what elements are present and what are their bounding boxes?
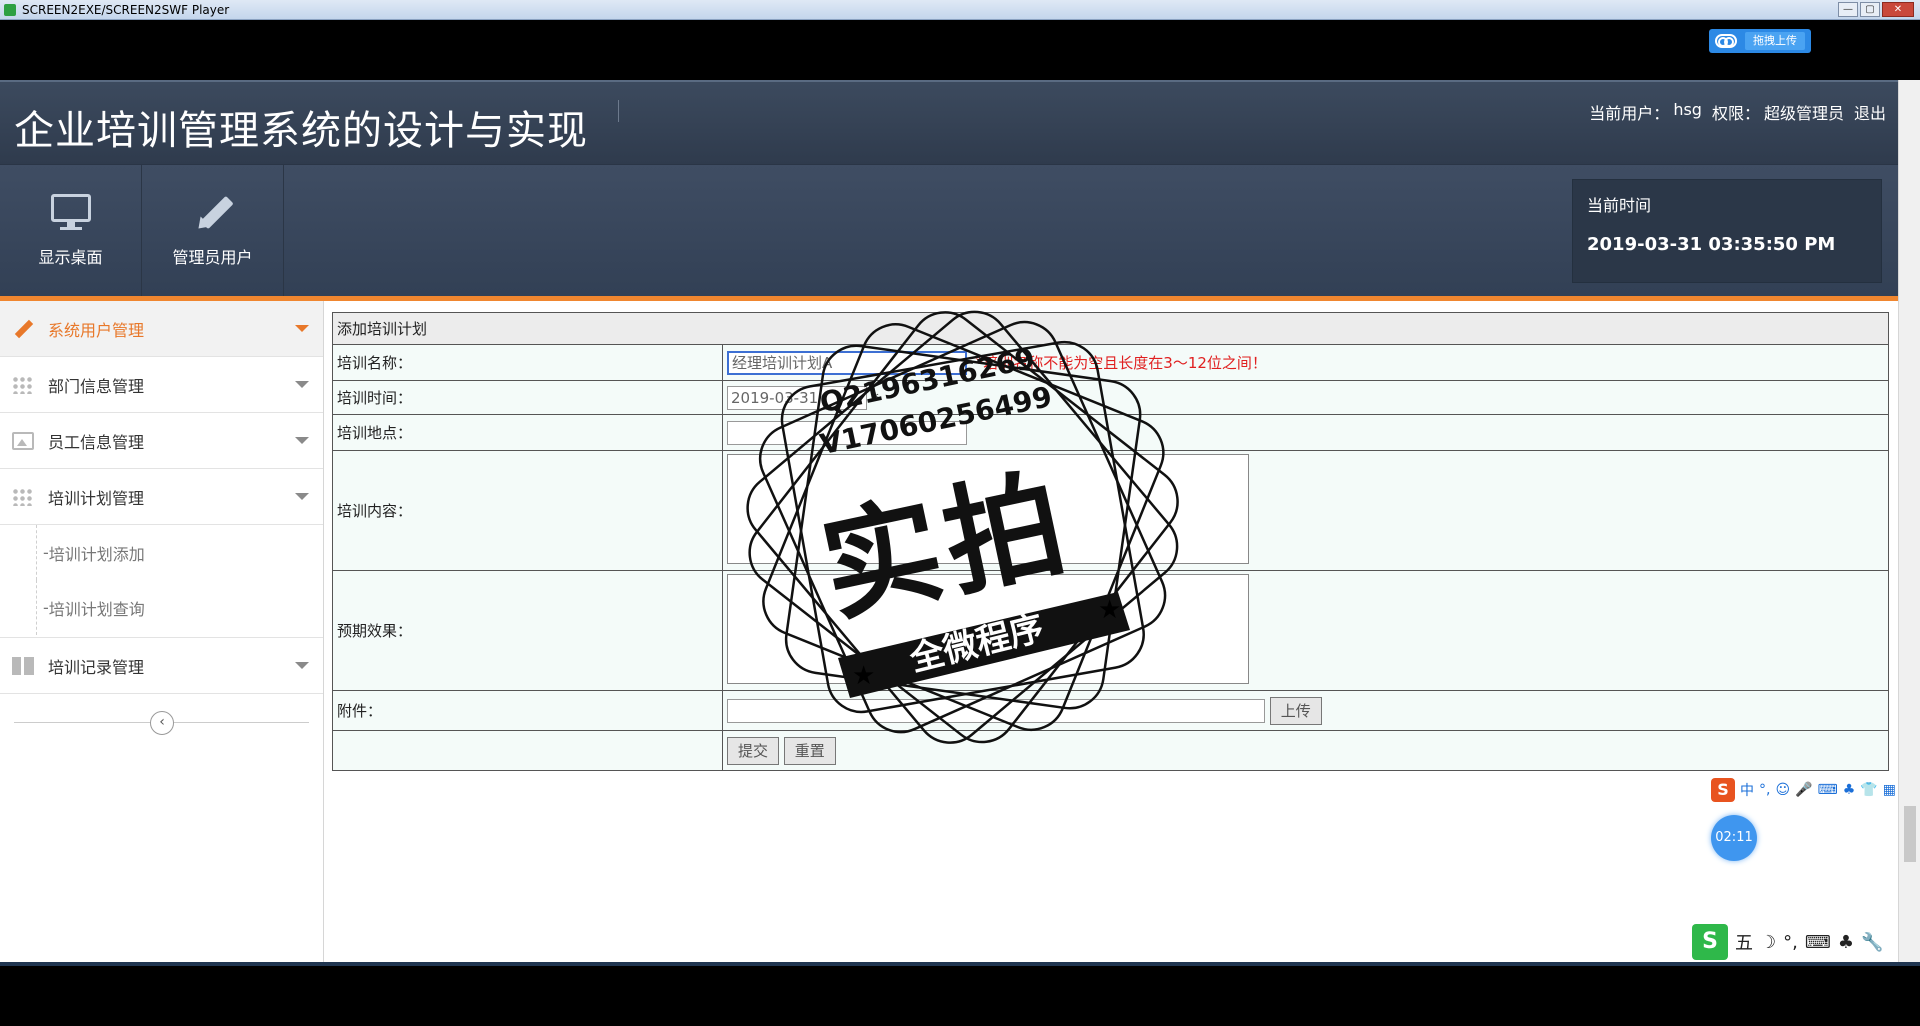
current-user-label: 当前用户： [1589, 104, 1670, 123]
sidebar-item-label: 培训计划管理 [48, 488, 145, 508]
training-content-textarea[interactable] [727, 453, 1249, 564]
training-name-input[interactable] [727, 350, 967, 375]
upload-button[interactable]: 上传 [1269, 696, 1322, 725]
layout-icon [12, 656, 34, 675]
sidebar-item-training-records[interactable]: 培训记录管理 [0, 638, 323, 694]
sidebar-subitem-query-plan[interactable]: 培训计划查询 [36, 580, 323, 635]
show-desktop-label: 显示桌面 [38, 248, 103, 267]
chevron-down-icon [295, 325, 309, 332]
wrench-icon[interactable]: 🔧 [1861, 932, 1883, 953]
training-place-input[interactable] [727, 420, 967, 445]
app-title: 企业培训管理系统的设计与实现 [14, 108, 588, 154]
vertical-scrollbar[interactable] [1898, 80, 1920, 962]
edit-icon [12, 320, 34, 338]
maximize-button[interactable]: ▢ [1860, 2, 1880, 17]
current-time-value: 2019-03-31 03:35:50 PM [1587, 234, 1836, 255]
training-time-input[interactable] [727, 385, 867, 410]
admin-user-button[interactable]: 管理员用户 [142, 165, 284, 297]
name-label: 培训名称： [332, 344, 723, 381]
chevron-down-icon [295, 662, 309, 669]
recording-timer[interactable]: 02:11 [1711, 815, 1757, 861]
sogou-logo-icon[interactable]: S [1692, 924, 1728, 960]
title-separator [618, 100, 619, 122]
admin-user-label: 管理员用户 [172, 248, 253, 267]
chevron-down-icon [295, 493, 309, 500]
sidebar-item-label: 培训记录管理 [48, 657, 145, 677]
skin-icon[interactable]: ♣ [1843, 782, 1856, 798]
sidebar-collapse-button[interactable]: ‹ [150, 711, 174, 735]
time-label: 培训时间： [332, 380, 723, 415]
shirt-icon[interactable]: 👕 [1860, 782, 1877, 798]
name-error-text: *培训名称不能为空且长度在3～12位之间！ [975, 354, 1267, 372]
sogou-logo-icon[interactable]: S [1711, 778, 1735, 802]
sidebar-collapse-row: ‹ [0, 694, 323, 750]
emoji-icon[interactable]: ☺ [1775, 782, 1790, 798]
role-name: 超级管理员 [1763, 104, 1844, 123]
cloud-icon [1715, 34, 1737, 48]
sidebar: 系统用户管理 部门信息管理 员工信息管理 培训计划管理 培训计划添加 培训计划查… [0, 301, 324, 962]
microphone-icon[interactable]: 🎤 [1795, 782, 1812, 798]
action-row-label [332, 730, 723, 771]
moon-icon[interactable]: ☽ [1760, 932, 1776, 953]
training-plan-submenu: 培训计划添加 培训计划查询 [0, 525, 323, 638]
add-training-plan-form: 添加培训计划 培训名称： *培训名称不能为空且长度在3～12位之间！ 培训时间：… [332, 312, 1889, 771]
toolbar: 显示桌面 管理员用户 当前时间 2019-03-31 03:35:50 PM [0, 164, 1898, 297]
place-label: 培训地点： [332, 414, 723, 451]
app-frame: 企业培训管理系统的设计与实现 当前用户： hsg 权限： 超级管理员 退出 显示… [0, 80, 1898, 962]
sidebar-item-label: 员工信息管理 [48, 432, 145, 452]
upload-chip[interactable]: 拖拽上传 [1709, 29, 1811, 53]
form-heading: 添加培训计划 [332, 312, 1889, 345]
current-time-panel: 当前时间 2019-03-31 03:35:50 PM [1572, 179, 1882, 283]
attachment-input[interactable] [727, 699, 1265, 723]
app-header: 企业培训管理系统的设计与实现 当前用户： hsg 权限： 超级管理员 退出 [0, 80, 1898, 164]
window-titlebar: SCREEN2EXE/SCREEN2SWF Player — ▢ ✕ [0, 0, 1920, 20]
keyboard-icon[interactable]: ⌨ [1818, 782, 1838, 798]
upload-chip-label: 拖拽上传 [1745, 32, 1805, 50]
effect-label: 预期效果： [332, 570, 723, 691]
grid-menu-icon[interactable]: ▦ [1883, 782, 1896, 798]
user-info: 当前用户： hsg 权限： 超级管理员 退出 [1589, 100, 1886, 124]
ime-wubi-mode[interactable]: 五 [1735, 929, 1753, 955]
player-bottom-area [0, 966, 1920, 1022]
ime-toolbar-top: S 中 °, ☺ 🎤 ⌨ ♣ 👕 ▦ [1711, 778, 1896, 802]
skin-icon[interactable]: ♣ [1838, 932, 1854, 953]
pencil-icon [192, 194, 234, 234]
submit-button[interactable]: 提交 [727, 736, 780, 765]
close-button[interactable]: ✕ [1882, 2, 1914, 17]
ime-toolbar-bottom: S 五 ☽ °, ⌨ ♣ 🔧 [1688, 922, 1888, 962]
scrollbar-thumb[interactable] [1904, 806, 1916, 862]
ime-punctuation[interactable]: °, [1783, 932, 1798, 953]
content-label: 培训内容： [332, 450, 723, 571]
ime-chinese-mode[interactable]: 中 [1740, 780, 1754, 800]
sidebar-item-departments[interactable]: 部门信息管理 [0, 357, 323, 413]
image-icon [12, 431, 34, 450]
minimize-button[interactable]: — [1838, 2, 1858, 17]
logout-link[interactable]: 退出 [1854, 100, 1886, 124]
show-desktop-button[interactable]: 显示桌面 [0, 165, 142, 297]
time-required-mark: * [871, 390, 879, 407]
sidebar-item-label: 部门信息管理 [48, 376, 145, 396]
attachment-label: 附件： [332, 690, 723, 731]
main-content: 添加培训计划 培训名称： *培训名称不能为空且长度在3～12位之间！ 培训时间：… [332, 312, 1889, 771]
chevron-down-icon [295, 381, 309, 388]
keyboard-icon[interactable]: ⌨ [1805, 932, 1831, 953]
sidebar-subitem-add-plan[interactable]: 培训计划添加 [36, 525, 323, 580]
window-title: SCREEN2EXE/SCREEN2SWF Player [22, 3, 230, 17]
reset-button[interactable]: 重置 [783, 736, 836, 765]
sidebar-item-training-plans[interactable]: 培训计划管理 [0, 469, 323, 525]
player-app-icon [4, 4, 16, 16]
expected-effect-textarea[interactable] [727, 573, 1249, 684]
sidebar-item-label: 系统用户管理 [48, 320, 145, 340]
ime-punctuation[interactable]: °, [1759, 782, 1770, 798]
window-controls: — ▢ ✕ [1838, 2, 1914, 17]
sidebar-item-employees[interactable]: 员工信息管理 [0, 413, 323, 469]
current-time-label: 当前时间 [1587, 196, 1652, 215]
sidebar-item-system-users[interactable]: 系统用户管理 [0, 301, 323, 357]
role-label: 权限： [1711, 104, 1760, 123]
current-user-name: hsg [1673, 100, 1702, 119]
monitor-icon [50, 194, 92, 232]
chevron-down-icon [295, 437, 309, 444]
grid-icon [12, 487, 34, 506]
grid-icon [12, 375, 34, 394]
